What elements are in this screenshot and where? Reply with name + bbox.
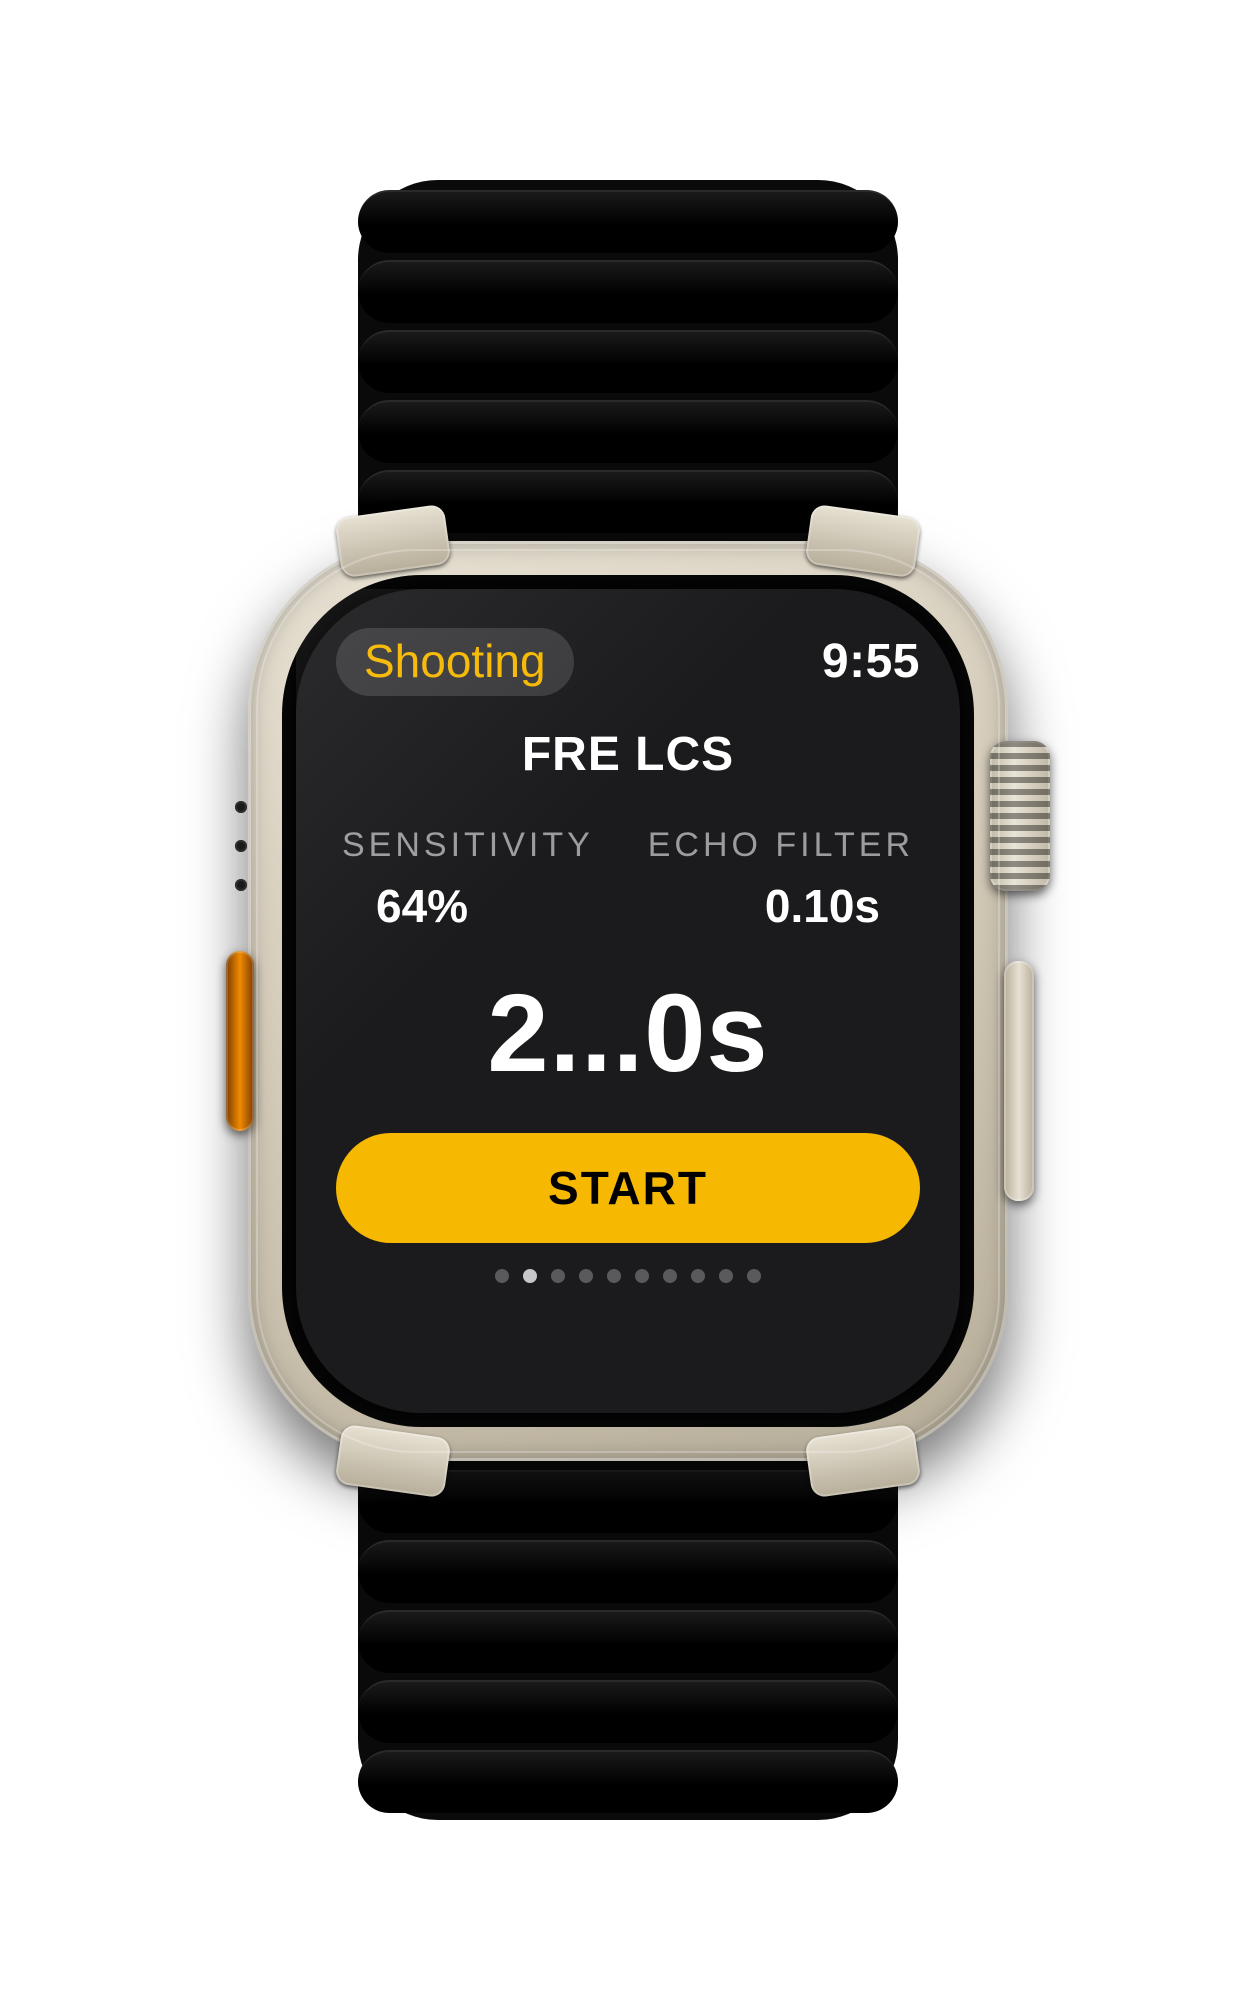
lug [334, 503, 451, 578]
side-button[interactable] [1004, 961, 1034, 1201]
page-dot[interactable] [691, 1269, 705, 1283]
lug [334, 1423, 451, 1498]
page-dot[interactable] [663, 1269, 677, 1283]
lug [804, 1423, 921, 1498]
setting-values-row: 64% 0.10s [336, 879, 920, 933]
page-indicator[interactable] [336, 1269, 920, 1283]
sensitivity-value[interactable]: 64% [376, 879, 468, 933]
echo-filter-value[interactable]: 0.10s [765, 879, 880, 933]
countdown-display: 2...0s [336, 979, 920, 1089]
watch-case: Shooting 9:55 FRE LCS SENSITIVITY ECHO F… [248, 541, 1008, 1461]
echo-filter-label: ECHO FILTER [648, 826, 914, 865]
screen-bezel: Shooting 9:55 FRE LCS SENSITIVITY ECHO F… [282, 575, 974, 1427]
mode-title: FRE LCS [336, 727, 920, 782]
app-name-chip[interactable]: Shooting [336, 628, 574, 696]
page-dot[interactable] [579, 1269, 593, 1283]
page-dot[interactable] [551, 1269, 565, 1283]
device-mockup: Shooting 9:55 FRE LCS SENSITIVITY ECHO F… [0, 0, 1256, 2001]
clock: 9:55 [822, 634, 920, 689]
page-dot[interactable] [719, 1269, 733, 1283]
status-bar: Shooting 9:55 [336, 627, 920, 697]
page-dot[interactable] [495, 1269, 509, 1283]
digital-crown[interactable] [990, 741, 1050, 891]
microphone-holes [234, 801, 248, 891]
start-button[interactable]: START [336, 1133, 920, 1243]
lug [804, 503, 921, 578]
sensitivity-label: SENSITIVITY [342, 826, 594, 865]
page-dot[interactable] [607, 1269, 621, 1283]
setting-labels-row: SENSITIVITY ECHO FILTER [336, 826, 920, 865]
action-button[interactable] [226, 951, 254, 1131]
page-dot[interactable] [523, 1269, 537, 1283]
watch-screen: Shooting 9:55 FRE LCS SENSITIVITY ECHO F… [296, 589, 960, 1413]
page-dot[interactable] [747, 1269, 761, 1283]
page-dot[interactable] [635, 1269, 649, 1283]
